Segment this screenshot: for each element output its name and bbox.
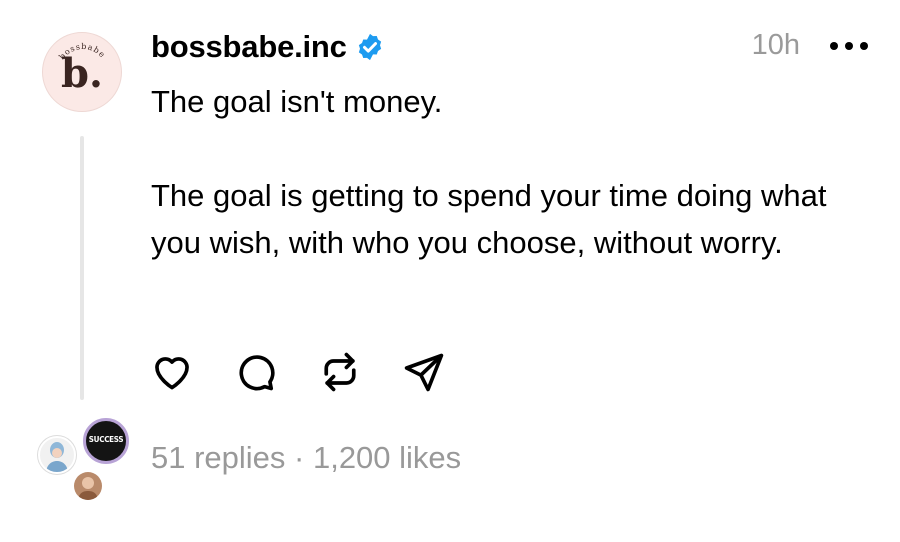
post-stats[interactable]: 51 replies · 1,200 likes — [151, 440, 461, 476]
more-options-button[interactable] — [830, 28, 868, 64]
post-actions — [150, 350, 446, 394]
comment-icon[interactable] — [234, 350, 278, 394]
post-text: The goal isn't money. The goal is gettin… — [151, 84, 827, 260]
replier-avatar[interactable]: SUCCESS — [83, 418, 129, 464]
repost-icon[interactable] — [318, 350, 362, 394]
replier-avatar[interactable] — [74, 472, 102, 500]
post-header: bossbabe.inc — [151, 26, 385, 68]
post-timestamp: 10h — [751, 29, 800, 61]
dot-icon — [830, 42, 838, 50]
thread-connector-line — [80, 136, 84, 400]
send-icon[interactable] — [402, 350, 446, 394]
dot-icon — [860, 42, 868, 50]
heart-icon[interactable] — [150, 350, 194, 394]
avatar-logo-letter: b. — [61, 50, 103, 97]
replier-avatar[interactable] — [38, 436, 76, 474]
author-username[interactable]: bossbabe.inc — [151, 29, 347, 65]
person-avatar-icon — [78, 477, 98, 500]
verified-badge-icon — [358, 33, 381, 61]
dot-icon — [845, 42, 853, 50]
author-avatar[interactable]: bossbabe b. — [42, 32, 122, 112]
avatar-label: SUCCESS — [88, 435, 124, 444]
person-avatar-icon — [46, 442, 68, 472]
